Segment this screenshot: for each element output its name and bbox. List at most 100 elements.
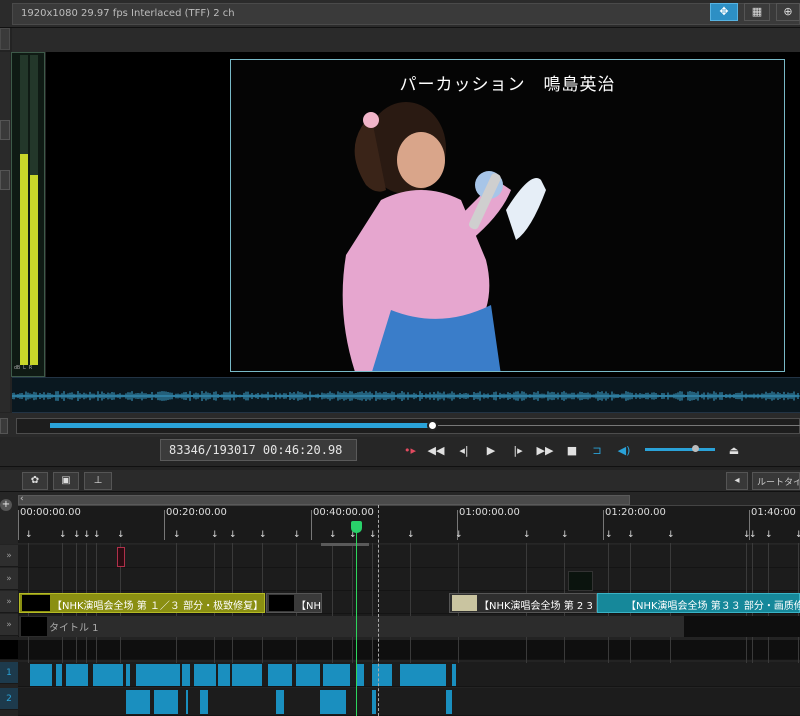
stop-button[interactable]: ■: [562, 443, 582, 459]
audio-clip[interactable]: [320, 690, 346, 714]
video-clip[interactable]: 【NHK演唱会全场 第３３ 部分・画质修: [597, 593, 800, 613]
chapter-marker-icon[interactable]: ↓: [765, 530, 773, 540]
audio-clip[interactable]: [276, 690, 284, 714]
audio-clip[interactable]: [218, 664, 230, 686]
audio-clip[interactable]: [200, 690, 208, 714]
chapter-marker-icon[interactable]: ↓: [407, 530, 415, 540]
track-row-effects[interactable]: [18, 545, 800, 568]
eject-button[interactable]: ⏏: [724, 443, 744, 459]
left-handle-1[interactable]: [0, 120, 10, 140]
scrub-handle[interactable]: [427, 420, 438, 431]
next-frame-button[interactable]: |▸: [508, 443, 528, 459]
audio-clip[interactable]: [182, 664, 190, 686]
video-clip[interactable]: 【NHK: [266, 593, 322, 613]
video-clip[interactable]: 【NHK演唱会全场 第 2 3: [449, 593, 597, 613]
volume-handle[interactable]: [692, 445, 699, 452]
overlay-clip[interactable]: [568, 571, 593, 591]
audio-clip[interactable]: [30, 664, 52, 686]
effect-marker[interactable]: [117, 547, 125, 567]
chapter-marker-icon[interactable]: ↓: [173, 530, 181, 540]
audio-clip[interactable]: [400, 664, 446, 686]
video-clip[interactable]: 【NHK演唱会全场 第 １／３ 部分・极致修复】邓丽: [19, 593, 265, 613]
audio-track-header-1[interactable]: 1: [0, 662, 18, 684]
chapter-marker-icon[interactable]: ↓: [605, 530, 613, 540]
chapter-marker-icon[interactable]: ↓: [523, 530, 531, 540]
loop-icon: ⊐: [592, 444, 602, 457]
volume-button[interactable]: ◀): [614, 443, 634, 459]
audio-clip[interactable]: [194, 664, 216, 686]
scroll-left-button[interactable]: ◂: [726, 472, 748, 490]
previous-frame-button[interactable]: ◂|: [454, 443, 474, 459]
audio-clip[interactable]: [323, 664, 350, 686]
audio-clip[interactable]: [268, 664, 292, 686]
track-header-title[interactable]: »: [0, 614, 18, 636]
audio-waveform[interactable]: [12, 377, 800, 413]
chapter-marker-icon[interactable]: ↓: [211, 530, 219, 540]
audio-clip[interactable]: [136, 664, 180, 686]
audio-clip[interactable]: [126, 690, 150, 714]
chapter-marker-icon[interactable]: ↓: [25, 530, 33, 540]
root-timeline-label[interactable]: ルートタイム: [752, 472, 800, 490]
track-header-overlay[interactable]: »: [0, 568, 18, 590]
audio-clip[interactable]: [372, 690, 376, 714]
chapter-marker-icon[interactable]: ↓: [795, 530, 800, 540]
chapter-marker-icon[interactable]: ↓: [259, 530, 267, 540]
volume-slider[interactable]: [645, 448, 715, 451]
audio-clip[interactable]: [372, 664, 392, 686]
chapter-marker-icon[interactable]: ↓: [73, 530, 81, 540]
effects-button[interactable]: ✿: [22, 472, 48, 490]
chapter-marker-icon[interactable]: ↓: [627, 530, 635, 540]
track-header-blank[interactable]: [0, 640, 18, 660]
audio-clip[interactable]: [232, 664, 262, 686]
audio-clip[interactable]: [296, 664, 320, 686]
left-panel-handle[interactable]: [0, 28, 10, 50]
audio-clip[interactable]: [452, 664, 456, 686]
in-point-line: [378, 505, 379, 716]
track-header-video[interactable]: »: [0, 591, 18, 613]
playhead-handle[interactable]: [351, 521, 362, 533]
performer-image: [342, 102, 546, 371]
chapter-marker-icon[interactable]: ↓: [293, 530, 301, 540]
audio-clip[interactable]: [446, 690, 452, 714]
audio-clip[interactable]: [154, 690, 178, 714]
audio-clip[interactable]: [66, 664, 88, 686]
lock-button[interactable]: ⊕: [776, 3, 800, 21]
play-button[interactable]: ▶: [481, 443, 501, 459]
chevron-left-icon[interactable]: ‹: [20, 494, 24, 504]
chapter-marker-icon[interactable]: ↓: [59, 530, 67, 540]
scrub-left-handle[interactable]: [0, 418, 8, 434]
chapter-marker-icon[interactable]: ↓: [93, 530, 101, 540]
chapter-marker-icon[interactable]: ↓: [229, 530, 237, 540]
chapter-marker-icon[interactable]: ↓: [749, 530, 757, 540]
chapter-marker-icon[interactable]: ↓: [369, 530, 377, 540]
audio-clip[interactable]: [356, 664, 364, 686]
track-row-blank[interactable]: [18, 640, 800, 660]
loop-button[interactable]: ⊐: [587, 443, 607, 459]
audio-track-header-2[interactable]: 2: [0, 688, 18, 710]
chapter-marker-icon[interactable]: ↓: [455, 530, 463, 540]
mark-point-button[interactable]: •▸: [400, 443, 420, 459]
grid-view-button[interactable]: ▦: [744, 3, 770, 21]
audio-clip[interactable]: [93, 664, 123, 686]
timecode-display[interactable]: 83346/193017 00:46:20.98: [160, 439, 357, 461]
track-header-effects[interactable]: »: [0, 545, 18, 567]
audio-clip[interactable]: [126, 664, 130, 686]
chapter-marker-icon[interactable]: ↓: [83, 530, 91, 540]
add-track-button[interactable]: ⊥: [84, 472, 112, 490]
chapter-marker-icon[interactable]: ↓: [667, 530, 675, 540]
previous-marker-button[interactable]: ◀◀: [426, 443, 446, 459]
chapter-marker-icon[interactable]: ↓: [329, 530, 337, 540]
title-clip[interactable]: タイトル 1: [19, 616, 684, 637]
clip-button[interactable]: ▣: [53, 472, 79, 490]
left-handle-2[interactable]: [0, 170, 10, 190]
move-tool-button[interactable]: ✥: [710, 3, 738, 21]
audio-clip[interactable]: [56, 664, 62, 686]
add-icon[interactable]: +: [0, 499, 12, 511]
chapter-marker-icon[interactable]: ↓: [561, 530, 569, 540]
chapter-marker-icon[interactable]: ↓: [117, 530, 125, 540]
meter-labels: dB L R: [14, 365, 33, 371]
track-row-overlay[interactable]: [18, 568, 800, 591]
audio-clip[interactable]: [186, 690, 188, 714]
timeline-scrollbar[interactable]: [18, 495, 630, 505]
next-marker-button[interactable]: ▶▶: [535, 443, 555, 459]
